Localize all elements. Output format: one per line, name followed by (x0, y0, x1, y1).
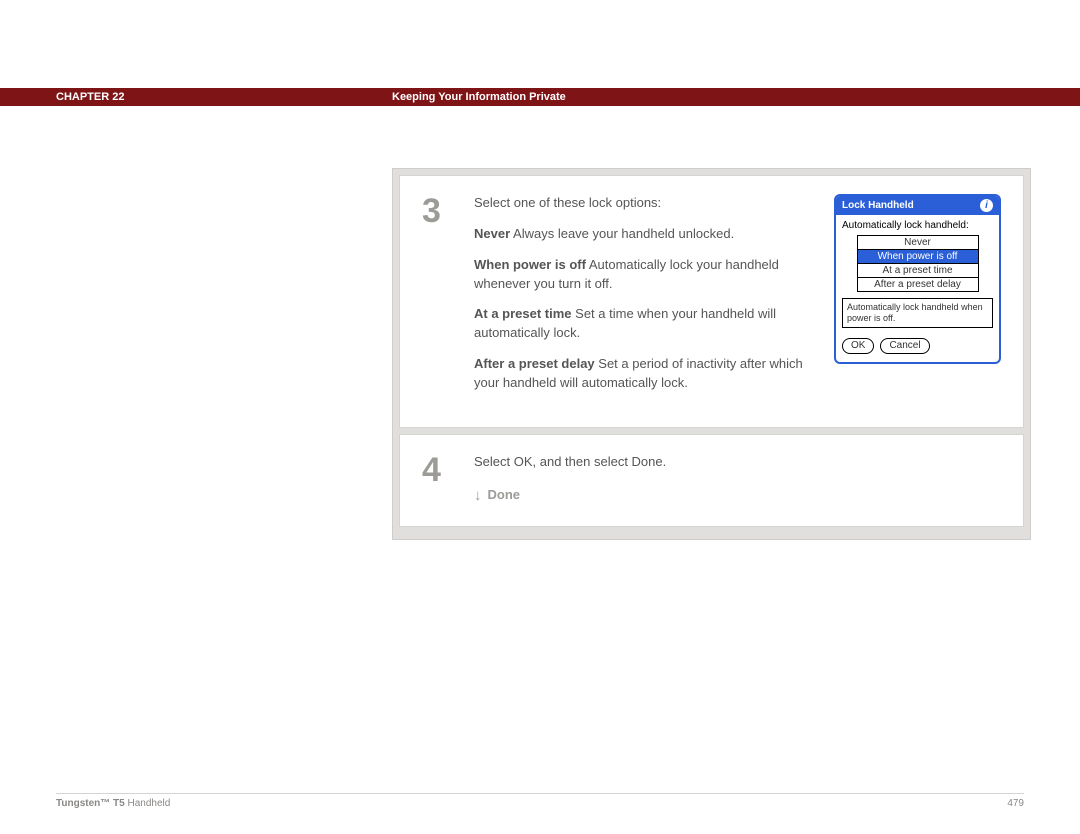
step-number: 4 (422, 453, 456, 505)
dialog-body: Automatically lock handheld: Never When … (836, 215, 999, 362)
lock-option-when-power-off[interactable]: When power is off (858, 250, 978, 264)
option-when-power-off: When power is off Automatically lock you… (474, 256, 806, 294)
instruction-panel: 3 Select one of these lock options: Neve… (392, 168, 1031, 540)
down-arrow-icon: ↓ (474, 488, 482, 503)
done-label: Done (488, 486, 521, 505)
dialog-title-text: Lock Handheld (842, 200, 914, 211)
screenshot-column: Lock Handheld i Automatically lock handh… (834, 194, 1001, 405)
option-preset-time: At a preset time Set a time when your ha… (474, 305, 806, 343)
option-preset-delay: After a preset delay Set a period of ina… (474, 355, 806, 393)
document-page: CHAPTER 22 Keeping Your Information Priv… (0, 0, 1080, 834)
dialog-buttons: OK Cancel (842, 338, 993, 354)
dialog-hint: Automatically lock handheld when power i… (842, 298, 993, 328)
lock-option-preset-time[interactable]: At a preset time (858, 264, 978, 278)
option-never: Never Always leave your handheld unlocke… (474, 225, 806, 244)
step-4: 4 Select OK, and then select Done. ↓ Don… (399, 434, 1024, 528)
chapter-number: 22 (112, 91, 124, 103)
product-name: Tungsten™ T5 Handheld (56, 798, 170, 809)
info-icon[interactable]: i (980, 199, 993, 212)
dialog-label: Automatically lock handheld: (842, 220, 993, 231)
step-text: Select one of these lock options: Never … (474, 194, 806, 405)
lock-option-never[interactable]: Never (858, 236, 978, 250)
page-footer: Tungsten™ T5 Handheld 479 (56, 793, 1024, 809)
chapter-word: CHAPTER (56, 91, 109, 103)
lock-option-preset-delay[interactable]: After a preset delay (858, 278, 978, 291)
step-number: 3 (422, 194, 456, 405)
step-text: Select OK, and then select Done. ↓ Done (474, 453, 1001, 505)
step-body: Select one of these lock options: Never … (474, 194, 1001, 405)
chapter-header-bar: CHAPTER 22 Keeping Your Information Priv… (0, 88, 1080, 106)
lock-option-list[interactable]: Never When power is off At a preset time… (857, 235, 979, 292)
lock-handheld-dialog: Lock Handheld i Automatically lock handh… (834, 194, 1001, 364)
step-body: Select OK, and then select Done. ↓ Done (474, 453, 1001, 505)
ok-button[interactable]: OK (842, 338, 874, 354)
step-4-text: Select OK, and then select Done. (474, 453, 1001, 472)
done-row: ↓ Done (474, 486, 1001, 505)
step-3: 3 Select one of these lock options: Neve… (399, 175, 1024, 428)
page-number: 479 (1007, 798, 1024, 809)
step-intro: Select one of these lock options: (474, 194, 806, 213)
dialog-titlebar: Lock Handheld i (836, 196, 999, 215)
chapter-title: Keeping Your Information Private (392, 91, 566, 103)
cancel-button[interactable]: Cancel (880, 338, 929, 354)
chapter-label: CHAPTER 22 (56, 91, 124, 103)
